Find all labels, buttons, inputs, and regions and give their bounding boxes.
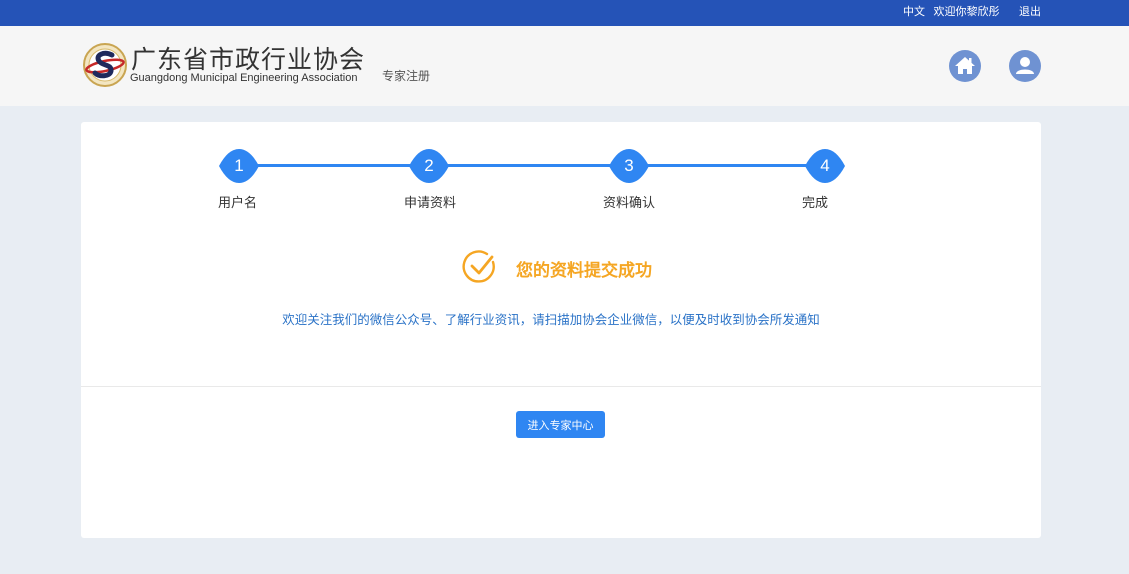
site-header: 广东省市政行业协会 Guangdong Municipal Engineerin…	[0, 26, 1129, 106]
step-3-node: 3	[606, 147, 652, 185]
org-name-en: Guangdong Municipal Engineering Associat…	[130, 72, 358, 84]
user-profile-button[interactable]	[1009, 50, 1041, 82]
step-4-node: 4	[802, 147, 848, 185]
step-2-node: 2	[406, 147, 452, 185]
page-subtitle: 专家注册	[382, 69, 431, 83]
logout-link[interactable]: 退出	[1019, 3, 1041, 19]
user-icon	[1016, 57, 1034, 74]
org-name-cn: 广东省市政行业协会	[131, 45, 366, 74]
steps-progress-line	[236, 164, 826, 167]
check-circle-icon	[462, 250, 495, 283]
home-button[interactable]	[949, 50, 981, 82]
step-1-label: 用户名	[218, 196, 258, 211]
home-icon	[955, 57, 975, 74]
step-2-label: 申请资料	[404, 196, 457, 211]
step-number: 1	[234, 156, 244, 175]
step-number: 3	[624, 156, 634, 175]
wechat-notice: 欢迎关注我们的微信公众号、了解行业资讯，请扫描加协会企业微信，以便及时收到协会所…	[282, 312, 820, 327]
registration-card: 1 用户名 2 申请资料 3 资料确认 4 完成 您的资料提交成功 欢迎关注我们…	[81, 122, 1041, 538]
top-bar: 中文 欢迎你黎欣彤 退出	[0, 0, 1129, 26]
step-4-label: 完成	[802, 196, 829, 211]
step-number: 2	[424, 156, 434, 175]
association-logo-icon[interactable]	[82, 42, 128, 88]
welcome-text: 欢迎你黎欣彤	[933, 5, 1000, 18]
divider	[81, 386, 1041, 387]
success-message: 您的资料提交成功	[516, 261, 652, 281]
step-number: 4	[820, 156, 830, 175]
step-1-node: 1	[216, 147, 262, 185]
language-switch[interactable]: 中文	[903, 3, 925, 19]
topbar-user-area: 中文 欢迎你黎欣彤 退出	[903, 3, 1041, 19]
step-3-label: 资料确认	[603, 196, 656, 211]
enter-expert-center-button[interactable]: 进入专家中心	[516, 411, 605, 438]
